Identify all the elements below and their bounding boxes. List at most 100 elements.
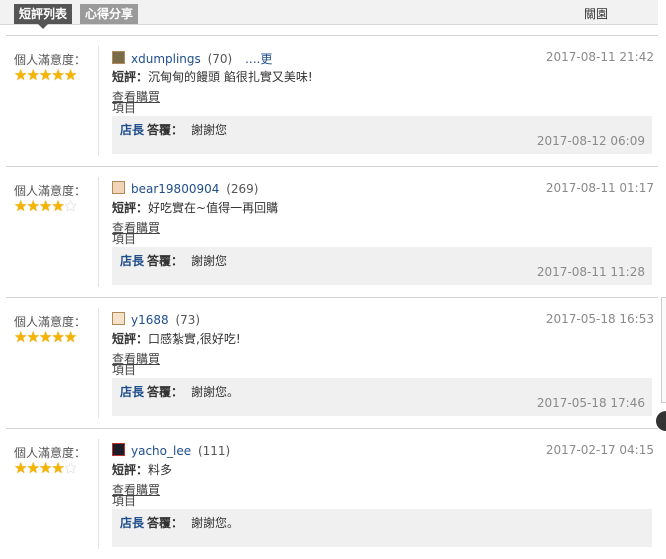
star-empty-icon: ★ [63, 459, 77, 477]
view-purchase-link-line2[interactable]: 項目 [112, 364, 172, 376]
reply-answer-label: 答覆： [147, 385, 184, 399]
reply-answer-label: 答覆： [147, 254, 184, 268]
comment-prefix: 短評： [112, 463, 149, 477]
comment-text: 口感紮實,很好吃! [148, 332, 241, 346]
review-date: 2017-08-11 01:17 [545, 181, 654, 195]
reply-shop-label: 店長 [120, 254, 145, 268]
view-purchase-link[interactable]: 查看購買 項目 [112, 353, 172, 376]
star-filled-icon: ★ [26, 66, 39, 84]
review-comment: 短評：口感紮實,很好吃! [112, 330, 241, 347]
side-panel-edge [661, 297, 666, 403]
review-item: 個人滿意度： ★★★★★ y1688 (73) 2017-05-18 16:53… [6, 297, 658, 428]
star-empty-icon: ★ [63, 197, 77, 215]
comment-prefix: 短評： [112, 332, 149, 346]
star-filled-icon: ★ [38, 197, 52, 215]
reply-answer-label: 答覆： [147, 516, 184, 530]
star-rating: ★★★★★ [14, 328, 77, 346]
star-filled-icon: ★ [26, 197, 39, 215]
view-purchase-link[interactable]: 查看購買 項目 [112, 484, 172, 507]
reviewer-username[interactable]: yacho_lee [131, 444, 191, 458]
review-comment: 短評：沉甸甸的饅頭 餡很扎實又美味! [112, 68, 313, 85]
shop-reply: 店長 答覆： 謝謝您。 [112, 509, 652, 547]
divider [98, 308, 99, 418]
star-filled-icon: ★ [51, 197, 64, 215]
view-purchase-link-line2[interactable]: 項目 [112, 102, 172, 114]
shop-reply: 店長 答覆： 謝謝您 2017-08-12 06:09 [112, 116, 652, 154]
shop-reply: 店長 答覆： 謝謝您 2017-08-11 11:28 [112, 247, 652, 285]
comment-text: 沉甸甸的饅頭 餡很扎實又美味! [148, 70, 313, 84]
reply-shop-label: 店長 [120, 123, 145, 137]
reviewer-score: (111) [197, 444, 231, 458]
star-rating: ★★★★★ [14, 197, 77, 215]
reviewer-score: (73) [175, 313, 201, 327]
reply-date: 2017-08-12 06:09 [536, 134, 645, 148]
reply-shop-label: 店長 [120, 516, 145, 530]
view-purchase-link-line2[interactable]: 項目 [112, 233, 172, 245]
review-date: 2017-08-11 21:42 [545, 50, 654, 64]
reviewer-meta: xdumplings (70) ....更 [112, 50, 272, 67]
review-comment: 短評：好吃實在~值得一再回購 [112, 199, 278, 216]
review-item: 個人滿意度： ★★★★★ bear19800904 (269) 2017-08-… [6, 166, 658, 297]
reply-date: 2017-08-11 11:28 [536, 265, 645, 279]
review-comment: 短評：料多 [112, 461, 172, 478]
star-filled-icon: ★ [51, 328, 64, 346]
review-item: 個人滿意度： ★★★★★ xdumplings (70) ....更 2017-… [6, 35, 658, 166]
star-filled-icon: ★ [51, 66, 64, 84]
comment-text: 好吃實在~值得一再回購 [148, 201, 279, 215]
divider [98, 439, 99, 549]
avatar-icon [112, 181, 125, 194]
reviewer-meta: bear19800904 (269) [112, 181, 258, 196]
reply-text: 謝謝您。 [191, 385, 240, 399]
star-filled-icon: ★ [14, 459, 27, 477]
star-filled-icon: ★ [14, 66, 27, 84]
tab-experience-share[interactable]: 心得分享 [80, 4, 139, 24]
view-purchase-link[interactable]: 查看購買 項目 [112, 222, 172, 245]
star-filled-icon: ★ [14, 197, 27, 215]
reply-date: 2017-05-18 17:46 [536, 396, 645, 410]
review-date: 2017-02-17 04:15 [545, 443, 654, 457]
divider [98, 46, 99, 156]
more-link[interactable]: ....更 [245, 52, 272, 66]
reply-shop-label: 店長 [120, 385, 145, 399]
comment-prefix: 短評： [112, 201, 149, 215]
star-filled-icon: ★ [26, 328, 39, 346]
avatar-icon [112, 51, 125, 64]
star-rating: ★★★★★ [14, 66, 77, 84]
reviewer-username[interactable]: y1688 [131, 313, 169, 327]
shop-reply: 店長 答覆： 謝謝您。 2017-05-18 17:46 [112, 378, 652, 416]
star-filled-icon: ★ [38, 328, 52, 346]
star-filled-icon: ★ [51, 459, 64, 477]
reply-text: 謝謝您。 [191, 516, 240, 530]
reply-label: 店長 答覆： [120, 383, 183, 400]
view-purchase-link[interactable]: 查看購買 項目 [112, 91, 172, 114]
divider [98, 177, 99, 287]
star-filled-icon: ★ [14, 328, 27, 346]
star-filled-icon: ★ [26, 459, 39, 477]
reviewer-username[interactable]: xdumplings [131, 52, 201, 66]
star-filled-icon: ★ [63, 328, 77, 346]
star-filled-icon: ★ [63, 66, 77, 84]
reviewer-username[interactable]: bear19800904 [131, 182, 219, 196]
reply-label: 店長 答覆： [120, 121, 183, 138]
reviewer-score: (269) [226, 182, 259, 196]
reviewer-meta: y1688 (73) [112, 312, 200, 327]
review-item: 個人滿意度： ★★★★★ yacho_lee (111) 2017-02-17 … [6, 428, 658, 559]
reply-label: 店長 答覆： [120, 514, 183, 531]
star-filled-icon: ★ [38, 459, 52, 477]
reply-answer-label: 答覆： [147, 123, 184, 137]
reply-label: 店長 答覆： [120, 252, 183, 269]
avatar-icon [112, 312, 125, 325]
reply-text: 謝謝您 [191, 254, 228, 268]
review-date: 2017-05-18 16:53 [545, 312, 654, 326]
star-rating: ★★★★★ [14, 459, 77, 477]
reply-text: 謝謝您 [191, 123, 228, 137]
tab-short-reviews[interactable]: 短評列表 [14, 4, 73, 29]
reviewer-meta: yacho_lee (111) [112, 443, 230, 458]
review-list: 個人滿意度： ★★★★★ xdumplings (70) ....更 2017-… [6, 35, 658, 559]
avatar-icon [112, 443, 125, 456]
view-purchase-link-line2[interactable]: 項目 [112, 495, 172, 507]
reviewer-score: (70) [207, 52, 233, 66]
star-filled-icon: ★ [38, 66, 52, 84]
tab-bar: 短評列表 心得分享 關園 [0, 0, 658, 29]
close-link[interactable]: 關園 [584, 5, 608, 22]
